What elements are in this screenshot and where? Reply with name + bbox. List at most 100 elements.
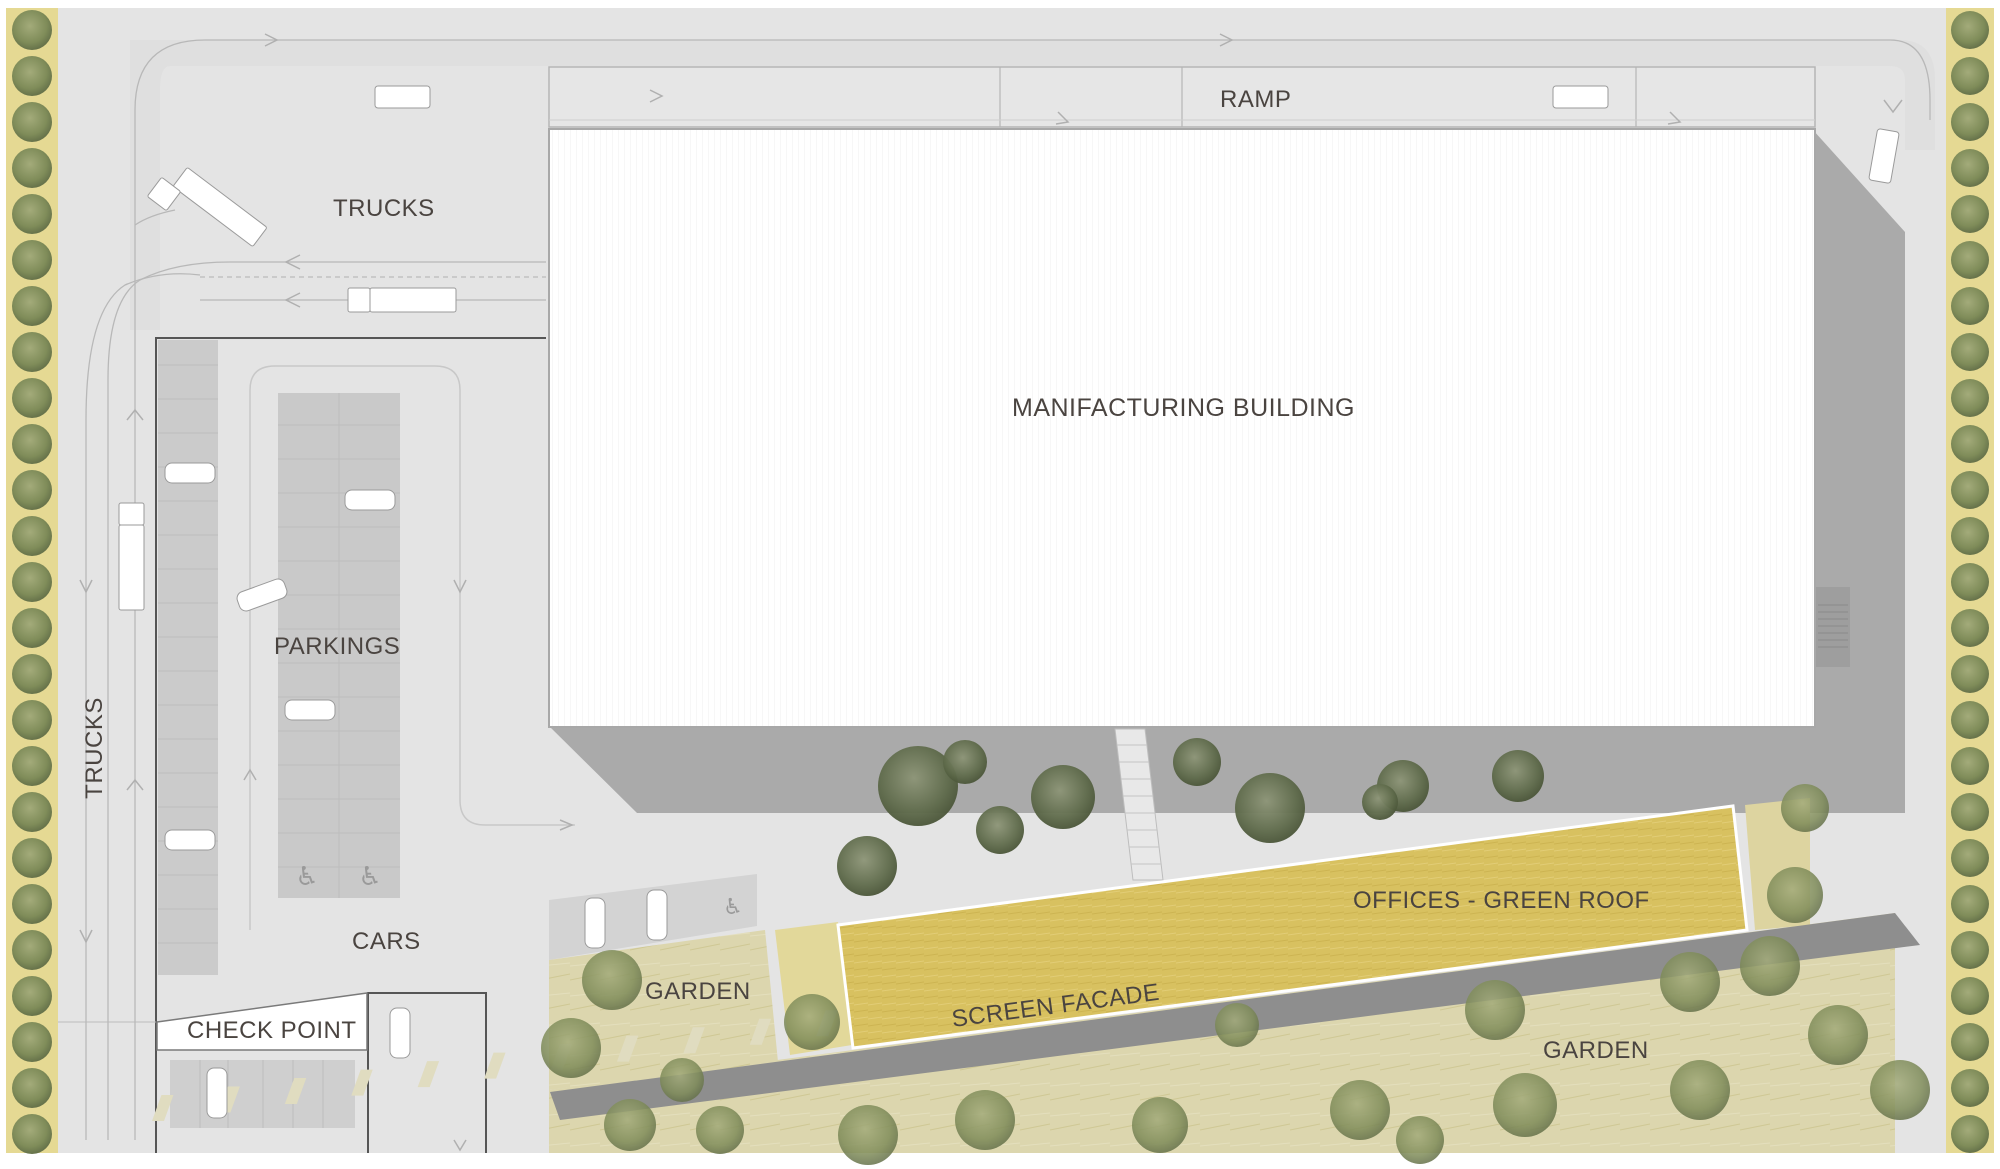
tree	[1951, 195, 1989, 233]
truck-cab	[347, 287, 371, 313]
tree	[12, 10, 52, 50]
tree	[1951, 931, 1989, 969]
tree	[1951, 287, 1989, 325]
garden-small-label: GARDEN	[645, 978, 751, 1005]
tree	[1465, 980, 1525, 1040]
parkings-label: PARKINGS	[274, 633, 401, 660]
accessible-parking-icon: ♿	[723, 895, 743, 920]
tree	[1951, 103, 1989, 141]
tree	[955, 1090, 1015, 1150]
tree	[1740, 936, 1800, 996]
tree	[1951, 609, 1989, 647]
tree	[1951, 747, 1989, 785]
tree	[1951, 11, 1989, 49]
truck-trailer	[118, 524, 145, 611]
truck	[374, 85, 431, 109]
tree	[12, 1022, 52, 1062]
tree	[12, 1068, 52, 1108]
tree	[1951, 425, 1989, 463]
car	[344, 489, 396, 511]
tree	[12, 654, 52, 694]
tree	[12, 424, 52, 464]
tree	[838, 1105, 898, 1165]
tree	[943, 740, 987, 784]
tree	[1951, 885, 1989, 923]
tree	[12, 930, 52, 970]
truck-cab	[118, 502, 145, 526]
truck-trailer	[369, 287, 457, 313]
car	[164, 462, 216, 484]
shadow-stair	[1815, 587, 1850, 667]
tree	[12, 700, 52, 740]
tree	[1951, 563, 1989, 601]
tree	[1330, 1080, 1390, 1140]
garden-large-label: GARDEN	[1543, 1037, 1649, 1064]
tree	[1951, 701, 1989, 739]
tree	[1951, 1023, 1989, 1061]
check-point-label: CHECK POINT	[187, 1017, 357, 1044]
tree	[1951, 517, 1989, 555]
tree	[976, 806, 1024, 854]
tree	[12, 148, 52, 188]
accessible-parking-icon: ♿	[295, 862, 318, 892]
tree	[12, 332, 52, 372]
tree	[1951, 793, 1989, 831]
tree	[12, 378, 52, 418]
trucks-side-label: TRUCKS	[80, 697, 108, 799]
car	[389, 1007, 411, 1059]
tree	[784, 994, 840, 1050]
tree	[1870, 1060, 1930, 1120]
tree	[1951, 379, 1989, 417]
truck	[1552, 85, 1609, 109]
tree	[1493, 1073, 1557, 1137]
tree	[12, 240, 52, 280]
tree	[1362, 784, 1398, 820]
tree	[12, 746, 52, 786]
car	[206, 1067, 228, 1119]
tree	[12, 976, 52, 1016]
tree	[12, 286, 52, 326]
tree	[12, 102, 52, 142]
tree	[12, 884, 52, 924]
tree	[12, 1114, 52, 1154]
tree	[12, 516, 52, 556]
parking-row-left	[158, 340, 218, 975]
tree	[1951, 57, 1989, 95]
tree	[12, 470, 52, 510]
tree	[1396, 1116, 1444, 1164]
car	[646, 889, 668, 941]
tree	[12, 792, 52, 832]
tree	[1215, 1003, 1259, 1047]
site-plan: ♿ ♿ ♿	[0, 0, 2000, 1169]
tree	[1031, 765, 1095, 829]
tree	[604, 1099, 656, 1151]
tree	[660, 1058, 704, 1102]
tree	[1767, 867, 1823, 923]
tree	[1951, 655, 1989, 693]
offices-label: OFFICES - GREEN ROOF	[1353, 887, 1650, 914]
tree	[1660, 952, 1720, 1012]
car	[164, 829, 216, 851]
car	[284, 699, 336, 721]
tree	[1132, 1097, 1188, 1153]
tree	[1781, 784, 1829, 832]
accessible-parking-icon: ♿	[358, 862, 381, 892]
tree	[541, 1018, 601, 1078]
tree	[696, 1106, 744, 1154]
building-label: MANIFACTURING BUILDING	[1012, 394, 1355, 422]
tree	[1951, 1069, 1989, 1107]
trucks-top-label: TRUCKS	[333, 195, 435, 222]
tree	[837, 836, 897, 896]
cars-label: CARS	[352, 928, 421, 955]
tree	[1951, 333, 1989, 371]
tree	[1951, 241, 1989, 279]
tree	[1951, 1115, 1989, 1153]
tree	[1492, 750, 1544, 802]
tree	[12, 838, 52, 878]
ramp-label: RAMP	[1220, 86, 1292, 113]
tree	[1235, 773, 1305, 843]
car	[584, 897, 606, 949]
tree	[12, 194, 52, 234]
tree	[1951, 471, 1989, 509]
tree	[12, 56, 52, 96]
